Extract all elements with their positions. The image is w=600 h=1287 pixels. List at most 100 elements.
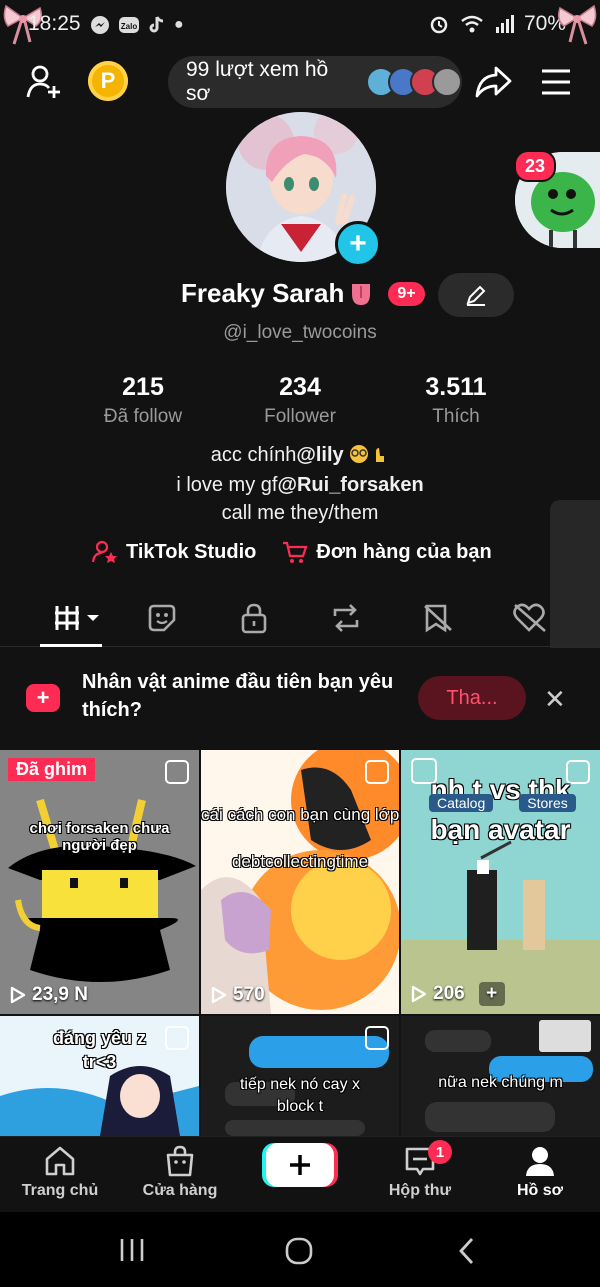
tiktok-icon [149, 16, 164, 33]
tongue-emoji-icon [352, 283, 371, 305]
nav-shop[interactable]: Cửa hàng [120, 1140, 240, 1200]
view-count-value: 206 [433, 983, 465, 1004]
recent-apps-icon[interactable] [118, 1236, 146, 1264]
coin-icon[interactable]: P [88, 61, 128, 101]
video-subtabs: Catalog Stores [429, 794, 576, 812]
notification-icons: Zalo ● [90, 15, 184, 35]
profile-name-row: Freaky Sarah 9+ [181, 278, 425, 309]
orders-link[interactable]: Đơn hàng của bạn [282, 540, 492, 564]
bio-line: acc chính@lily [0, 444, 600, 467]
tab-liked[interactable] [510, 598, 550, 638]
video-thumbnail[interactable]: cái cách con bạn cùng lớp nó toxic ship … [201, 750, 399, 1014]
video-thumbnail[interactable]: nh t vs thk bạn avatar Catalog Stores 20… [401, 750, 600, 1014]
coin-letter: P [100, 68, 116, 93]
edit-profile-button[interactable] [438, 273, 514, 317]
cart-icon [283, 541, 308, 563]
profile-views-pill[interactable]: 99 lượt xem hồ sơ [168, 56, 462, 108]
floating-tool-panel[interactable] [550, 500, 600, 666]
profile-name: Freaky Sarah [181, 278, 345, 308]
tab-favorites[interactable] [418, 598, 458, 638]
view-count: 570 [211, 984, 265, 1006]
sticker-icon [148, 604, 176, 632]
studio-label: TikTok Studio [126, 540, 257, 563]
video-caption: chơi forsaken chưa người đẹp [29, 820, 170, 854]
stat-followers[interactable]: 234 Follower [220, 373, 380, 428]
add-friend-icon[interactable] [26, 64, 62, 100]
nav-home[interactable]: Trang chủ [0, 1140, 120, 1200]
select-checkbox[interactable] [365, 1026, 389, 1050]
keyboard-screenshot [539, 1020, 591, 1052]
status-bar: 18:25 Zalo ● 70% [0, 0, 600, 52]
bio-mention[interactable]: @lily [296, 444, 343, 466]
subtab-label: Catalog [429, 794, 494, 812]
active-tab-indicator [40, 644, 102, 647]
profile-tabs [0, 590, 600, 647]
nav-label: Trang chủ [21, 1182, 99, 1199]
nav-profile[interactable]: Hồ sơ [480, 1140, 600, 1200]
stat-label: Follower [264, 406, 336, 427]
video-thumbnail[interactable]: nữa nek chúng m [401, 1016, 600, 1136]
chat-bubble [425, 1030, 491, 1052]
repost-icon [333, 604, 359, 632]
play-icon [411, 985, 427, 1003]
bio-mention[interactable]: @Rui_forsaken [277, 474, 423, 496]
nav-label: Hồ sơ [516, 1182, 564, 1199]
stat-likes[interactable]: 3.511 Thích [376, 373, 536, 428]
tab-videos[interactable] [52, 598, 102, 638]
tab-reposts[interactable] [142, 598, 182, 638]
create-video-button[interactable] [266, 1143, 334, 1187]
video-thumbnail[interactable]: tiếp nek nó cay x block t [201, 1016, 399, 1136]
video-thumbnail[interactable]: Đã ghim chơi forsaken chưa người đẹp 23,… [0, 750, 199, 1014]
bow-decoration-icon [557, 4, 597, 45]
video-artwork [201, 750, 399, 1014]
video-caption: cái cách con bạn cùng lớp nó toxic ship [201, 805, 399, 824]
video-hashtag: debtcollectingtime [231, 852, 369, 871]
video-caption: đáng yêu z tr<3 [52, 1028, 146, 1072]
close-icon[interactable]: ✕ [544, 684, 566, 715]
bio-line: i love my gf@Rui_forsaken [0, 474, 600, 497]
add-icon[interactable]: + [478, 982, 505, 1006]
add-avatar-button[interactable]: + [335, 221, 381, 267]
bio-text: acc chính [210, 444, 297, 466]
alarm-icon [430, 16, 448, 34]
menu-icon[interactable] [540, 68, 572, 96]
select-checkbox[interactable] [365, 760, 389, 784]
stat-value: 234 [279, 373, 321, 401]
back-icon[interactable] [456, 1236, 478, 1266]
pinned-badge: Đã ghim [8, 758, 96, 781]
home-icon [45, 1146, 75, 1176]
view-count-value: 570 [233, 984, 265, 1005]
profile-views-label: 99 lượt xem hồ sơ [186, 58, 329, 105]
home-button-icon[interactable] [284, 1236, 314, 1266]
view-count-value: 23,9 N [32, 984, 88, 1005]
viewer-avatar [432, 67, 462, 97]
video-thumbnail[interactable]: đáng yêu z tr<3 [0, 1016, 199, 1136]
play-icon [211, 986, 227, 1004]
status-right: 70% [428, 12, 566, 36]
nerd-emoji-icon [350, 445, 385, 463]
profile-links: TikTok Studio Đơn hàng của bạn [92, 540, 492, 564]
share-icon[interactable] [474, 64, 512, 100]
profile-icon [526, 1147, 554, 1176]
notification-count-badge[interactable]: 9+ [388, 281, 425, 306]
grid-icon [55, 606, 99, 630]
floating-avatar-badge: 23 [514, 150, 556, 182]
more-notifications-dot: ● [174, 16, 184, 33]
stat-following[interactable]: 215 Đã follow [63, 373, 223, 428]
signal-icon [495, 15, 514, 33]
shopping-bag-icon [166, 1145, 194, 1177]
chat-bubble [425, 1102, 555, 1132]
view-count: 23,9 N [10, 984, 88, 1006]
viewer-avatars [366, 67, 462, 97]
tiktok-studio-link[interactable]: TikTok Studio [92, 540, 256, 564]
banner-action-button[interactable]: Tha... [418, 676, 526, 720]
add-story-icon: + [26, 684, 60, 712]
tab-private[interactable] [234, 598, 274, 638]
tab-repost[interactable] [326, 598, 366, 638]
stat-value: 3.511 [425, 373, 487, 401]
nav-label: Cửa hàng [142, 1182, 218, 1199]
select-checkbox[interactable] [165, 760, 189, 784]
nav-inbox[interactable]: Hộp thư [360, 1140, 480, 1200]
lock-icon [241, 603, 267, 634]
tiktok-profile-screen: 18:25 Zalo ● 70% P 99 lượt xem hồ sơ + 2… [0, 0, 600, 1287]
